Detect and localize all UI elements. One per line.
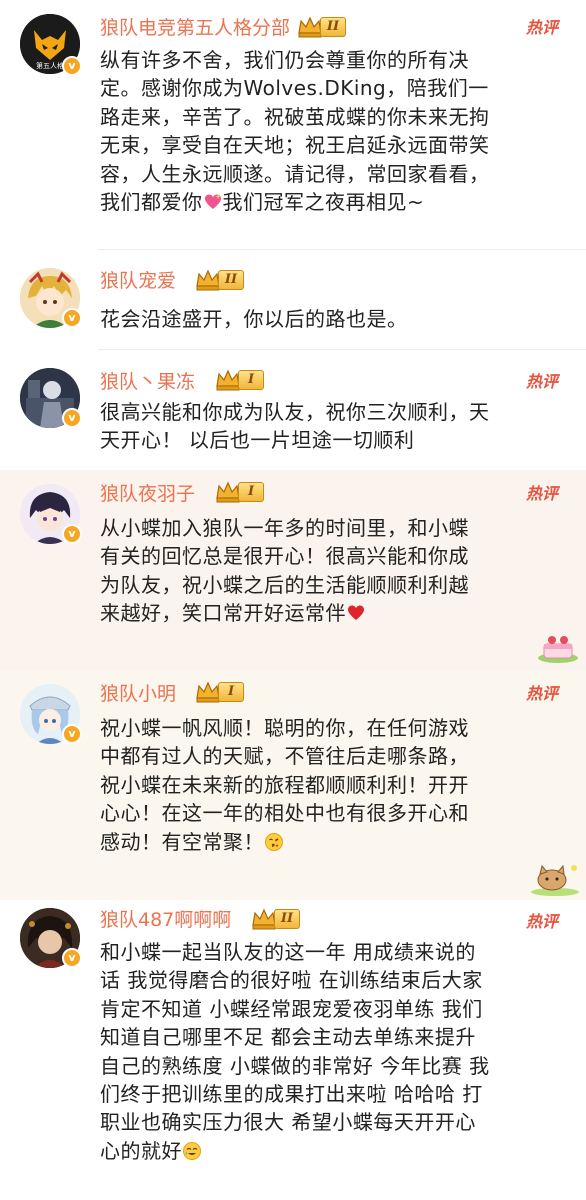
svg-text:第五人格: 第五人格 <box>36 61 64 70</box>
fan-level-badge: I <box>214 367 264 393</box>
fan-level-badge: II <box>250 906 300 932</box>
verified-badge: v <box>62 308 82 328</box>
comment-item: v 狼队小明 I 热评 祝小蝶一帆风顺！聪明的你，在任何游戏 中都有过人的天赋，… <box>0 670 586 900</box>
fan-level-badge: I <box>214 479 264 505</box>
level-label: II <box>320 17 346 37</box>
comment-text: 纵有许多不舍，我们仍会尊重你的所有决 定。感谢你成为Wolves.DKing，陪… <box>100 48 490 215</box>
verified-badge: v <box>62 408 82 428</box>
comment-text: 很高兴能和你成为队友，祝你三次顺利，天 天开心！ 以后也一片坦途一切顺利 <box>100 400 490 453</box>
username[interactable]: 狼队小明 <box>100 682 176 706</box>
comment-text: 祝小蝶一帆风顺！聪明的你，在任何游戏 中都有过人的天赋，不管往后走哪条路， 祝小… <box>100 716 469 854</box>
comment-item: v 狼队宠爱 II 花会沿途盛开，你以后的路也是。 <box>0 250 586 350</box>
fan-level-badge: II <box>296 14 346 40</box>
level-label: I <box>218 682 244 702</box>
tearful-smile-icon <box>183 1141 201 1160</box>
cake-sticker-icon <box>538 636 578 663</box>
username[interactable]: 狼队夜羽子 <box>100 482 195 506</box>
username[interactable]: 狼队宠爱 <box>100 269 176 293</box>
level-label: II <box>274 909 300 929</box>
comment-text: 花会沿途盛开，你以后的路也是。 <box>100 307 408 331</box>
verified-badge: v <box>62 524 82 544</box>
hot-comment-tag: 热评 <box>525 372 558 391</box>
fan-level-badge: I <box>194 679 244 705</box>
comment-text: 从小蝶加入狼队一年多的时间里，和小蝶 有关的回忆总是很开心！很高兴能和你成 为队… <box>100 516 469 626</box>
verified-badge: v <box>62 724 82 744</box>
kiss-face-icon <box>265 832 283 851</box>
cat-sticker-icon <box>531 864 579 896</box>
username[interactable]: 狼队电竞第五人格分部 <box>100 16 290 40</box>
comment-item: v 狼队丶果冻 I 热评 很高兴能和你成为队友，祝你三次顺利，天 天开心！ 以后… <box>0 350 586 470</box>
verified-badge: v <box>62 948 82 968</box>
level-label: I <box>238 482 264 502</box>
hot-comment-tag: 热评 <box>525 684 558 703</box>
level-label: I <box>238 370 264 390</box>
username[interactable]: 狼队487啊啊啊 <box>100 908 231 932</box>
fan-level-badge: II <box>194 267 244 293</box>
sparkling-heart-icon <box>204 194 221 210</box>
comment-text: 和小蝶一起当队友的这一年 用成绩来说的 话 我觉得磨合的很好啦 在训练结束后大家… <box>100 940 490 1163</box>
comment-item: 第五人格 v 狼队电竞第五人格分部 II 热评 纵有许多不舍，我们仍会尊重你的所… <box>0 0 586 250</box>
comment-item: v 狼队夜羽子 I 热评 从小蝶加入狼队一年多的时间里，和小蝶 有关的回忆总是很… <box>0 470 586 670</box>
hot-comment-tag: 热评 <box>525 484 558 503</box>
hot-comment-tag: 热评 <box>525 18 558 37</box>
comment-feed: 第五人格 v 狼队电竞第五人格分部 II 热评 纵有许多不舍，我们仍会尊重你的所… <box>0 0 586 1200</box>
comment-item: v 狼队487啊啊啊 II 热评 和小蝶一起当队友的这一年 用成绩来说的 话 我… <box>0 900 586 1200</box>
verified-badge: v <box>62 56 82 76</box>
red-heart-icon <box>348 605 364 621</box>
username[interactable]: 狼队丶果冻 <box>100 370 195 394</box>
level-label: II <box>218 270 244 290</box>
hot-comment-tag: 热评 <box>525 912 558 931</box>
